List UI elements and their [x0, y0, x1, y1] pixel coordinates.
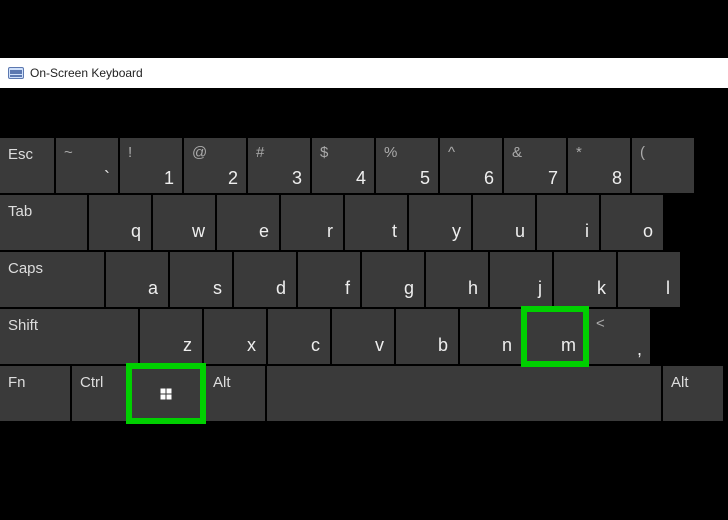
k-key[interactable]: k [554, 252, 616, 307]
alt-right-key[interactable]: Alt [663, 366, 723, 421]
esc-key[interactable]: Esc [0, 138, 54, 193]
v-key[interactable]: v [332, 309, 394, 364]
l-key[interactable]: l [618, 252, 680, 307]
9-key[interactable]: ( [632, 138, 694, 193]
shift-key[interactable]: Shift [0, 309, 138, 364]
win-key[interactable] [129, 366, 203, 421]
keyboard-area: Esc ~ ` ! 1 @ 2 # 3 $ 4 % [0, 88, 728, 475]
h-key[interactable]: h [426, 252, 488, 307]
d-key[interactable]: d [234, 252, 296, 307]
row-home: Caps a s d f g h j k l [0, 252, 728, 307]
r-key[interactable]: r [281, 195, 343, 250]
5-key[interactable]: % 5 [376, 138, 438, 193]
tab-key[interactable]: Tab [0, 195, 87, 250]
comma-key[interactable]: < , [588, 309, 650, 364]
row-qwerty: Tab q w e r t y u i o [0, 195, 728, 250]
i-key[interactable]: i [537, 195, 599, 250]
e-key[interactable]: e [217, 195, 279, 250]
row-modifiers: Fn Ctrl Alt Alt [0, 366, 728, 421]
osk-window: On-Screen Keyboard Esc ~ ` ! 1 @ 2 # 3 [0, 58, 728, 475]
row-numbers: Esc ~ ` ! 1 @ 2 # 3 $ 4 % [0, 138, 728, 193]
2-key[interactable]: @ 2 [184, 138, 246, 193]
4-key[interactable]: $ 4 [312, 138, 374, 193]
t-key[interactable]: t [345, 195, 407, 250]
backtick-key[interactable]: ~ ` [56, 138, 118, 193]
x-key[interactable]: x [204, 309, 266, 364]
y-key[interactable]: y [409, 195, 471, 250]
caps-key[interactable]: Caps [0, 252, 104, 307]
osk-app-icon [8, 65, 24, 81]
z-key[interactable]: z [140, 309, 202, 364]
windows-icon [161, 388, 172, 399]
7-key[interactable]: & 7 [504, 138, 566, 193]
8-key[interactable]: * 8 [568, 138, 630, 193]
6-key[interactable]: ^ 6 [440, 138, 502, 193]
3-key[interactable]: # 3 [248, 138, 310, 193]
ctrl-key[interactable]: Ctrl [72, 366, 127, 421]
u-key[interactable]: u [473, 195, 535, 250]
n-key[interactable]: n [460, 309, 522, 364]
alt-left-key[interactable]: Alt [205, 366, 265, 421]
j-key[interactable]: j [490, 252, 552, 307]
s-key[interactable]: s [170, 252, 232, 307]
w-key[interactable]: w [153, 195, 215, 250]
space-key[interactable] [267, 366, 661, 421]
o-key[interactable]: o [601, 195, 663, 250]
row-zxcv: Shift z x c v b n m < , [0, 309, 728, 364]
c-key[interactable]: c [268, 309, 330, 364]
b-key[interactable]: b [396, 309, 458, 364]
q-key[interactable]: q [89, 195, 151, 250]
m-key[interactable]: m [524, 309, 586, 364]
fn-key[interactable]: Fn [0, 366, 70, 421]
1-key[interactable]: ! 1 [120, 138, 182, 193]
titlebar: On-Screen Keyboard [0, 58, 728, 88]
a-key[interactable]: a [106, 252, 168, 307]
g-key[interactable]: g [362, 252, 424, 307]
window-title: On-Screen Keyboard [30, 66, 143, 80]
f-key[interactable]: f [298, 252, 360, 307]
